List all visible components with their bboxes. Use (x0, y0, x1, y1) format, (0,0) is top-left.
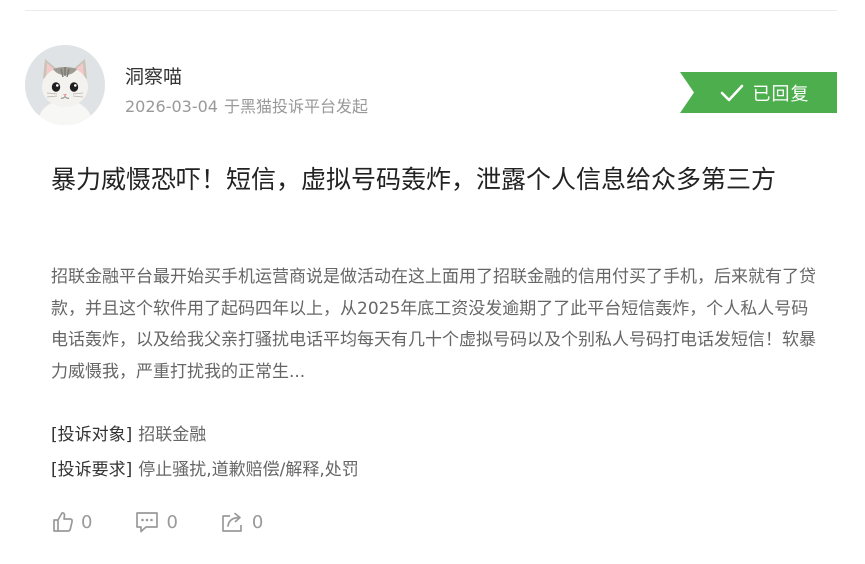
cat-avatar-icon (25, 45, 105, 125)
post-date: 2026-03-04 (125, 97, 218, 116)
complaint-demand-value: 停止骚扰,道歉赔偿/解释,处罚 (138, 460, 359, 480)
complaint-target-row: [投诉对象] 招联金融 (51, 420, 206, 445)
replied-status-badge: 已回复 (680, 72, 837, 113)
author-name[interactable]: 洞察喵 (125, 62, 182, 89)
share-icon (222, 512, 242, 532)
complaint-title[interactable]: 暴力威慑恐吓！短信，虚拟号码轰炸，泄露个人信息给众多第三方 (51, 158, 819, 202)
avatar[interactable] (25, 45, 105, 125)
like-count: 0 (81, 511, 93, 533)
thumbs-up-icon (53, 512, 73, 532)
complaint-target-label: [投诉对象] (51, 425, 133, 445)
post-meta: 2026-03-04 于黑猫投诉平台发起 (125, 93, 368, 117)
comment-count: 0 (166, 511, 178, 533)
share-count: 0 (251, 511, 264, 533)
status-badge-label: 已回复 (752, 83, 810, 105)
complaint-demand-row: [投诉要求] 停止骚扰,道歉赔偿/解释,处罚 (51, 455, 359, 480)
post-source: 于黑猫投诉平台发起 (223, 97, 368, 116)
check-icon (720, 84, 743, 101)
share-button[interactable]: 0 (220, 510, 263, 534)
action-bar: 0 0 0 (51, 510, 305, 534)
comment-icon (136, 512, 159, 533)
top-divider (25, 10, 837, 11)
complaint-demand-label: [投诉要求] (51, 460, 133, 480)
comment-button[interactable]: 0 (134, 510, 178, 534)
complaint-summary[interactable]: 招联金融平台最开始买手机运营商说是做活动在这上面用了招联金融的信用付买了手机，后… (51, 262, 819, 388)
complaint-target-value[interactable]: 招联金融 (138, 425, 206, 445)
like-button[interactable]: 0 (51, 510, 92, 534)
